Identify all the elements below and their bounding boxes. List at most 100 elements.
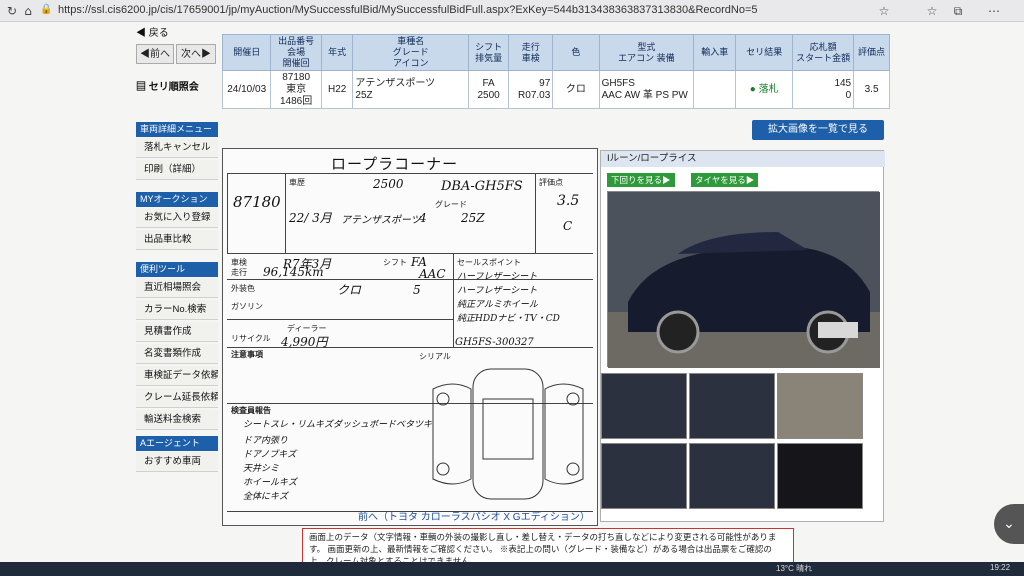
shipping-search-link[interactable]: 輸送料金検索: [136, 410, 218, 430]
th-import: 輸入車: [693, 34, 737, 71]
print-detail-link[interactable]: 印刷（詳細）: [136, 160, 218, 180]
scroll-down-icon[interactable]: ⌄: [994, 504, 1024, 544]
cell-model: アテンザスポーツ 25Z: [352, 70, 470, 109]
recommended-link[interactable]: おすすめ車両: [136, 452, 218, 472]
report-line-3: ドア内張り: [243, 436, 289, 446]
report-head: 検査員報告: [231, 406, 271, 415]
section-head-my-auction: MYオークション: [136, 192, 218, 207]
th-bid: 応札額 スタート金額: [792, 34, 855, 71]
thumb-photo-1[interactable]: [601, 373, 687, 439]
sheet-fuel: ガソリン: [231, 302, 263, 311]
home-icon[interactable]: ⌂: [20, 3, 36, 19]
url-text[interactable]: https://ssl.cis6200.jp/cis/17659001/jp/m…: [58, 4, 758, 16]
car-diagram-icon: [432, 368, 584, 500]
clock-text: 19:22: [990, 563, 1011, 572]
sheet-seats: 5: [413, 283, 421, 297]
th-date: 開催日: [221, 34, 272, 71]
sheet-chassis: GH5FS-300327: [455, 337, 534, 348]
underside-button[interactable]: 下回りを見る▶: [607, 173, 675, 187]
auction-order-link[interactable]: ▤ セリ順照会: [136, 78, 220, 93]
th-score: 評価点: [853, 34, 890, 71]
market-price-link[interactable]: 直近相場照会: [136, 278, 218, 298]
auction-sheet[interactable]: ロープラコーナー 87180 車歴 2500 DBA-GH5FS 評価点 3.5…: [222, 148, 598, 526]
th-mileage: 走行 車検: [508, 34, 554, 71]
sidebar: ◀ 戻る ◀前へ 次へ▶ ▤ セリ順照会 車両詳細メニュー 落札キャンセル 印刷…: [134, 22, 218, 562]
label-mileage: 走行: [231, 268, 247, 277]
report-line-5: 天井シミ: [243, 464, 280, 474]
estimate-link[interactable]: 見積書作成: [136, 322, 218, 342]
star-icon[interactable]: ☆: [876, 3, 892, 19]
thumb-photo-3[interactable]: [777, 373, 863, 439]
back-link[interactable]: ◀ 戻る: [136, 24, 220, 39]
page: ◀ 戻る ◀前へ 次へ▶ ▤ セリ順照会 車両詳細メニュー 落札キャンセル 印刷…: [0, 22, 1024, 568]
cell-shift: FA 2500: [468, 70, 510, 109]
thumb-photo-6[interactable]: [777, 443, 863, 509]
report-line-7: 全体にキズ: [243, 492, 289, 502]
th-year: 年式: [320, 34, 354, 71]
section-head-tools: 便利ツール: [136, 262, 218, 277]
sheet-doors: 4: [419, 211, 427, 225]
thumb-photo-4[interactable]: [601, 443, 687, 509]
report-line-6: ホイールキズ: [243, 478, 298, 488]
favorites-icon[interactable]: ☆: [924, 3, 940, 19]
cell-color: クロ: [552, 70, 600, 109]
next-button[interactable]: 次へ▶: [176, 44, 216, 64]
sheet-title: ロープラコーナー: [331, 155, 459, 173]
photo-panel: Iルーン/ロープライス 下回りを見る▶ タイヤを見る▶: [600, 150, 885, 522]
cell-bid: 145 0: [792, 70, 855, 109]
cell-mileage: 97 R07.03: [508, 70, 554, 109]
section-head-vehicle-detail: 車両詳細メニュー: [136, 122, 218, 137]
label-color: 外装色: [231, 284, 255, 293]
thumb-photo-2[interactable]: [689, 373, 775, 439]
color-search-link[interactable]: カラーNo.検索: [136, 300, 218, 320]
enlarge-images-button[interactable]: 拡大画像を一覧で見る: [752, 120, 884, 140]
prev-button[interactable]: ◀前へ: [136, 44, 174, 64]
th-shift: シフト 排気量: [468, 34, 510, 71]
label-shift: シフト: [383, 258, 407, 267]
label-score: 評価点: [539, 178, 563, 187]
sales-point-1: ハーフレザーシート: [457, 272, 538, 282]
claim-extension-link[interactable]: クレーム延長依頼: [136, 388, 218, 408]
th-model: 車種名 グレード アイコン: [352, 34, 470, 71]
thumb-photo-5[interactable]: [689, 443, 775, 509]
report-line-4: ドアノブキズ: [243, 450, 297, 460]
screen: ↻ ⌂ 🔒 https://ssl.cis6200.jp/cis/1765900…: [0, 0, 1024, 576]
cancel-bid-link[interactable]: 落札キャンセル: [136, 138, 218, 158]
transfer-doc-link[interactable]: 名変書類作成: [136, 344, 218, 364]
collections-icon[interactable]: ⧉: [950, 3, 966, 19]
table-row: 24/10/03 87180 東京 1486回 H22 アテンザスポーツ 25Z…: [221, 70, 890, 109]
lock-icon: 🔒: [40, 4, 53, 15]
th-result: セリ結果: [735, 34, 794, 71]
th-type: 型式 エアコン 装備: [598, 34, 695, 71]
label-cartype: 車歴: [289, 178, 305, 187]
cell-score: 3.5: [853, 70, 890, 109]
sheet-recycle: 4,990円: [281, 335, 328, 349]
taskbar: 13°C 晴れ 19:22: [0, 562, 1024, 576]
sheet-interior: C: [563, 219, 573, 233]
sheet-score: 3.5: [557, 193, 580, 209]
browser-address-bar[interactable]: ↻ ⌂ 🔒 https://ssl.cis6200.jp/cis/1765900…: [0, 0, 1024, 22]
more-menu-icon[interactable]: ⋯: [986, 3, 1002, 19]
refresh-icon[interactable]: ↻: [4, 3, 20, 19]
sheet-name: アテンザスポーツ: [341, 215, 421, 226]
sales-point-3: 純正アルミホイール: [457, 300, 538, 310]
prev-vehicle-link[interactable]: 前へ（トヨタ カローラスパシオ X Gエディション）: [358, 508, 590, 523]
th-color: 色: [552, 34, 600, 71]
sheet-year: 22/ 3月: [289, 211, 332, 225]
sales-points-head: セールスポイント: [457, 258, 521, 267]
compare-link[interactable]: 出品車比較: [136, 230, 218, 250]
main-photo[interactable]: [607, 191, 880, 368]
sheet-displacement: 2500: [373, 177, 404, 191]
cell-date: 24/10/03: [221, 70, 272, 109]
inspection-request-link[interactable]: 車検証データ依頼: [136, 366, 218, 386]
cell-lot: 87180 東京 1486回: [270, 70, 322, 109]
cell-import: [693, 70, 737, 109]
add-favorite-link[interactable]: お気に入り登録: [136, 208, 218, 228]
table-header-row: 開催日 出品番号 会場 開催回 年式 車種名 グレード アイコン シフト 排気量…: [221, 34, 890, 71]
cell-result: ● 落札: [735, 70, 794, 109]
tires-button[interactable]: タイヤを見る▶: [691, 173, 759, 187]
cell-type: GH5FS AAC AW 革 PS PW: [598, 70, 695, 109]
sales-point-2: ハーフレザーシート: [457, 286, 538, 296]
photo-panel-head: Iルーン/ロープライス: [601, 151, 885, 167]
section-head-agent: Aエージェント: [136, 436, 218, 451]
